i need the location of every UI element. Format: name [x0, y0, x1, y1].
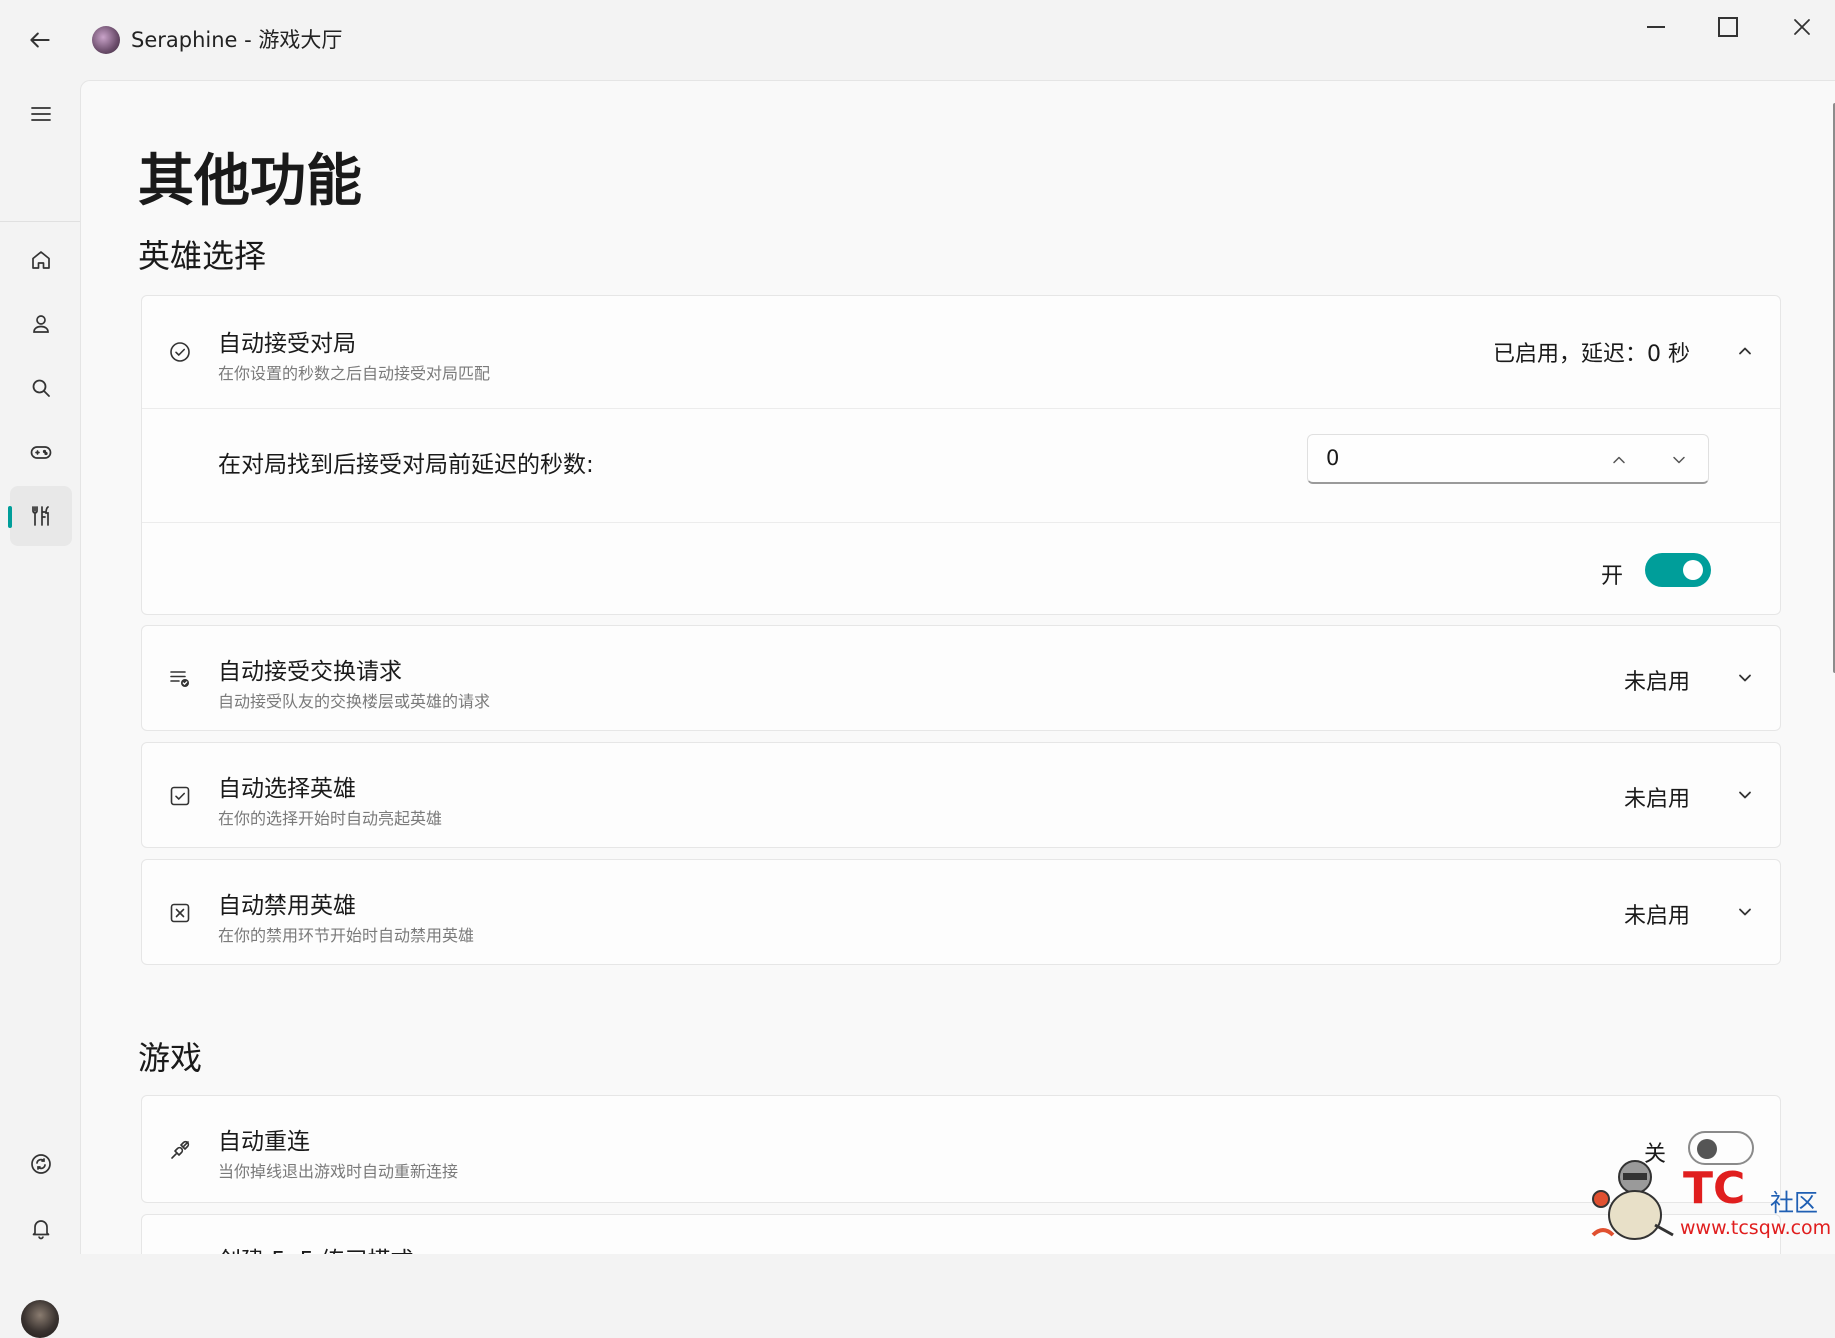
gamepad-icon [30, 446, 52, 459]
auto-accept-title: 自动接受对局 [218, 331, 356, 357]
maximize-icon [1718, 17, 1738, 37]
auto-accept-status: 已启用，延迟：0 秒 [1493, 342, 1690, 367]
nav-item-search[interactable] [10, 358, 72, 418]
mascot-icon [1591, 1160, 1674, 1240]
nav-menu-button[interactable] [10, 84, 72, 144]
menu-icon [31, 107, 51, 121]
toggle-state-label: 开 [1601, 564, 1624, 589]
back-button[interactable] [18, 18, 62, 62]
auto-swap-subtitle: 自动接受队友的交换楼层或英雄的请求 [218, 692, 491, 711]
delay-label: 在对局找到后接受对局前延迟的秒数: [218, 452, 594, 478]
chevron-up-icon [1613, 456, 1625, 464]
content-area: 其他功能 英雄选择 自动接受对局 在你设置的秒数之后自动接受对局匹配 已启用，延… [80, 80, 1835, 1254]
minimize-icon [1647, 26, 1665, 28]
section-title-game: 游戏 [138, 1039, 203, 1077]
watermark-logo: TC 社区 www.tcsqw.com [1585, 1155, 1832, 1250]
auto-ban-subtitle: 在你的禁用环节开始时自动禁用英雄 [218, 926, 475, 945]
chevron-down-icon[interactable] [1730, 780, 1760, 810]
nav-item-game[interactable] [10, 422, 72, 482]
practice-5v5-title: 创建 5v5 练习模式 [218, 1241, 414, 1254]
watermark-brand: TC [1683, 1163, 1746, 1214]
minimize-button[interactable] [1626, 10, 1686, 44]
watermark-brand-sub: 社区 [1770, 1189, 1818, 1217]
delay-seconds-spinbox[interactable]: 0 [1307, 434, 1709, 484]
sync-icon [31, 1154, 51, 1174]
page-title: 其他功能 [138, 149, 362, 214]
nav-item-profile[interactable] [10, 294, 72, 354]
auto-reconnect-card: 自动重连 当你掉线退出游戏时自动重新连接 关 [141, 1095, 1781, 1203]
active-indicator [8, 506, 12, 528]
chevron-down-icon [1673, 456, 1685, 464]
maximize-button[interactable] [1698, 10, 1758, 44]
auto-swap-status: 未启用 [1623, 670, 1690, 695]
divider [142, 522, 1780, 523]
auto-swap-title: 自动接受交换请求 [218, 659, 402, 685]
arrow-left-icon [30, 32, 50, 48]
auto-reconnect-subtitle: 当你掉线退出游戏时自动重新连接 [218, 1162, 459, 1181]
auto-accept-header[interactable]: 自动接受对局 在你设置的秒数之后自动接受对局匹配 已启用，延迟：0 秒 [142, 296, 1780, 408]
check-circle-icon [166, 338, 194, 366]
plug-icon [166, 1136, 194, 1164]
nav-item-tools[interactable] [8, 486, 72, 546]
chevron-down-icon[interactable] [1730, 897, 1760, 927]
list-check-icon [166, 665, 194, 693]
auto-ban-card[interactable]: 自动禁用英雄 在你的禁用环节开始时自动禁用英雄 未启用 [141, 859, 1781, 965]
window-title: Seraphine - 游戏大厅 [131, 28, 343, 52]
auto-accept-card: 自动接受对局 在你设置的秒数之后自动接受对局匹配 已启用，延迟：0 秒 在对局找… [141, 295, 1781, 615]
auto-pick-subtitle: 在你的选择开始时自动亮起英雄 [218, 809, 443, 828]
section-title-hero-select: 英雄选择 [138, 237, 267, 275]
nav-divider [0, 221, 80, 222]
chevron-down-icon[interactable] [1730, 663, 1760, 693]
toggle-knob [1683, 560, 1703, 580]
divider [142, 408, 1780, 409]
practice-5v5-card[interactable]: 创建 5v5 练习模式 [141, 1214, 1781, 1254]
auto-pick-status: 未启用 [1623, 787, 1690, 812]
auto-accept-subtitle: 在你设置的秒数之后自动接受对局匹配 [218, 364, 491, 383]
auto-reconnect-title: 自动重连 [218, 1129, 310, 1155]
auto-accept-toggle[interactable] [1645, 553, 1711, 587]
delay-seconds-value[interactable]: 0 [1326, 446, 1339, 470]
auto-pick-title: 自动选择英雄 [218, 776, 356, 802]
home-icon [32, 251, 50, 269]
auto-ban-status: 未启用 [1623, 904, 1690, 929]
spin-up-button[interactable] [1606, 447, 1632, 473]
watermark-url: www.tcsqw.com [1680, 1217, 1832, 1239]
auto-pick-card[interactable]: 自动选择英雄 在你的选择开始时自动亮起英雄 未启用 [141, 742, 1781, 848]
avatar[interactable] [21, 1300, 59, 1338]
checkbox-x-icon [166, 899, 194, 927]
search-icon [32, 379, 50, 397]
spin-down-button[interactable] [1666, 447, 1692, 473]
nav-item-home[interactable] [10, 230, 72, 290]
close-button[interactable] [1772, 10, 1832, 44]
auto-swap-card[interactable]: 自动接受交换请求 自动接受队友的交换楼层或英雄的请求 未启用 [141, 625, 1781, 731]
title-bar: Seraphine - 游戏大厅 [0, 0, 1835, 80]
auto-ban-title: 自动禁用英雄 [218, 893, 356, 919]
checkbox-checked-icon [166, 782, 194, 810]
navigation-rail [0, 80, 80, 1338]
tools-icon [32, 506, 49, 526]
close-icon [1794, 19, 1810, 35]
chevron-up-icon[interactable] [1730, 336, 1760, 366]
person-icon [33, 315, 49, 333]
nav-item-sync[interactable] [10, 1134, 72, 1194]
nav-item-notifications[interactable] [10, 1198, 72, 1258]
bell-icon [32, 1220, 50, 1240]
app-logo [92, 26, 120, 54]
